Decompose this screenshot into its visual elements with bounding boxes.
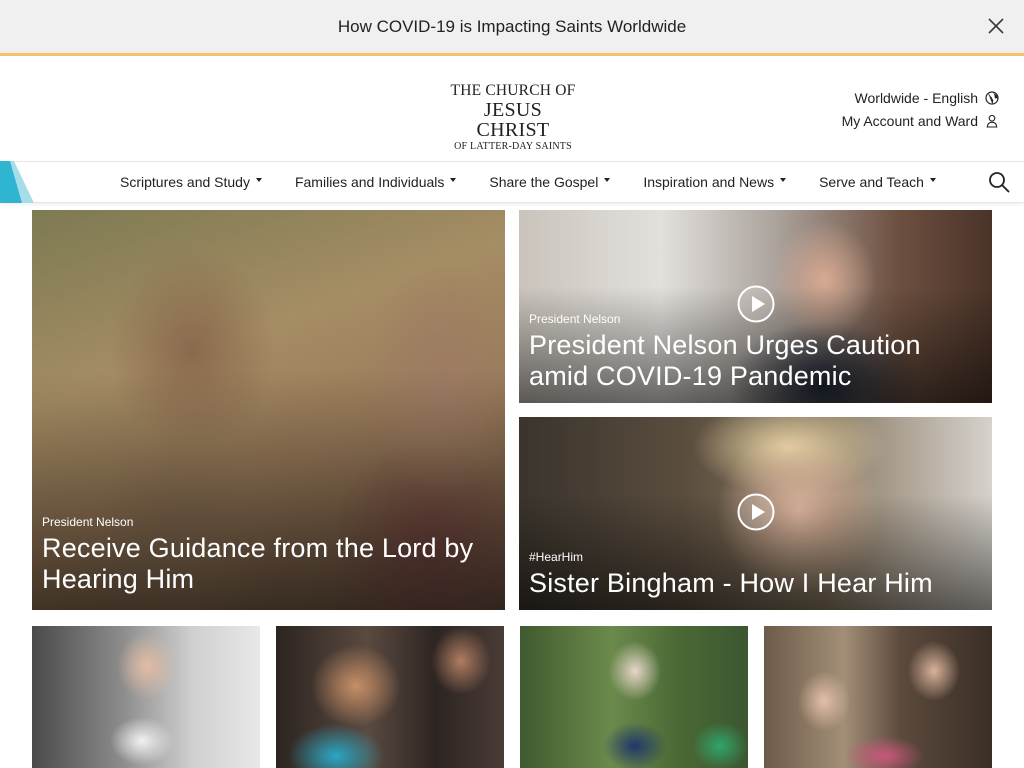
- site-header: THE CHURCH OF JESUS CHRIST OF LATTER-DAY…: [0, 57, 1024, 161]
- nav-item-label: Inspiration and News: [643, 174, 775, 190]
- caret-down-icon: [604, 178, 611, 182]
- play-icon[interactable]: [737, 493, 775, 531]
- close-icon[interactable]: [986, 16, 1006, 36]
- nav-item-label: Share the Gospel: [489, 174, 599, 190]
- nav-item-share-the-gospel[interactable]: Share the Gospel: [489, 174, 611, 190]
- tile-kicker: #HearHim: [529, 550, 584, 564]
- feature-tile-hear-him[interactable]: President Nelson Receive Guidance from t…: [32, 210, 505, 610]
- language-selector[interactable]: Worldwide - English: [842, 86, 999, 109]
- caret-down-icon: [929, 178, 936, 182]
- language-label: Worldwide - English: [854, 89, 978, 106]
- search-icon[interactable]: [988, 171, 1010, 193]
- tile-title: President Nelson Urges Caution amid COVI…: [529, 330, 921, 391]
- play-icon[interactable]: [737, 285, 775, 323]
- image-tile-missionaries[interactable]: [520, 626, 748, 768]
- image-tile-youth-study[interactable]: [276, 626, 504, 768]
- tile-title: Sister Bingham - How I Hear Him: [529, 568, 933, 598]
- nav-menu: Scriptures and Study Families and Indivi…: [120, 162, 969, 202]
- tile-kicker: President Nelson: [42, 515, 134, 529]
- nav-accent-graphic: [0, 161, 34, 203]
- church-logo[interactable]: THE CHURCH OF JESUS CHRIST OF LATTER-DAY…: [449, 83, 577, 152]
- tile-title: Receive Guidance from the Lord by Hearin…: [42, 533, 474, 594]
- logo-line-2: JESUS CHRIST: [476, 98, 550, 141]
- user-icon: [986, 114, 998, 128]
- covid-alert-banner: How COVID-19 is Impacting Saints Worldwi…: [0, 0, 1024, 56]
- account-link[interactable]: My Account and Ward: [842, 109, 999, 132]
- nav-item-label: Serve and Teach: [819, 174, 924, 190]
- feature-tile-bingham[interactable]: #HearHim Sister Bingham - How I Hear Him: [519, 417, 992, 610]
- feature-tile-nelson-covid[interactable]: President Nelson President Nelson Urges …: [519, 210, 992, 403]
- image-tile-family-photo[interactable]: [32, 626, 260, 768]
- alert-text[interactable]: How COVID-19 is Impacting Saints Worldwi…: [338, 17, 686, 37]
- nav-item-label: Scriptures and Study: [120, 174, 250, 190]
- account-label: My Account and Ward: [841, 112, 978, 129]
- logo-line-1: THE CHURCH OF: [450, 82, 576, 99]
- nav-item-label: Families and Individuals: [294, 174, 445, 190]
- caret-down-icon: [255, 178, 262, 182]
- header-utility-links: Worldwide - English My Account and Ward: [842, 86, 999, 132]
- nav-item-serve-and-teach[interactable]: Serve and Teach: [819, 174, 936, 190]
- main-nav: Scriptures and Study Families and Indivi…: [0, 161, 1024, 203]
- globe-icon: [985, 90, 999, 105]
- nav-item-families-and-individuals[interactable]: Families and Individuals: [294, 174, 457, 190]
- logo-line-3: OF LATTER-DAY SAINTS: [454, 140, 572, 152]
- nav-item-scriptures-and-study[interactable]: Scriptures and Study: [120, 174, 262, 190]
- tile-kicker: President Nelson: [529, 312, 621, 326]
- nav-item-inspiration-and-news[interactable]: Inspiration and News: [643, 174, 787, 190]
- image-tile-children-learning[interactable]: [764, 626, 992, 768]
- caret-down-icon: [780, 178, 787, 182]
- caret-down-icon: [450, 178, 457, 182]
